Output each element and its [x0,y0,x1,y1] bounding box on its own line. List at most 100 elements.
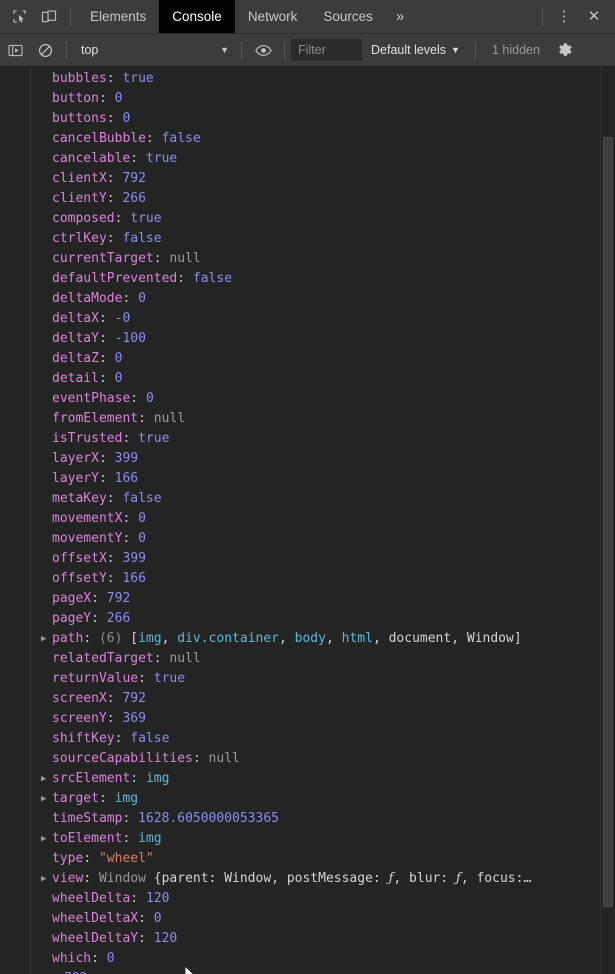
property-row[interactable]: eventPhase: 0 [0,389,615,409]
console-scrollbar[interactable] [600,67,615,974]
close-devtools-icon[interactable]: ✕ [579,0,609,33]
property-row[interactable]: wheelDeltaX: 0 [0,909,615,929]
expand-triangle-icon[interactable]: ▶ [41,829,51,849]
property-key: wheelDelta [52,891,131,906]
tab-network[interactable]: Network [235,0,311,33]
property-row[interactable]: ▶ toElement: img [0,829,615,849]
property-row[interactable]: defaultPrevented: false [0,269,615,289]
property-key: layerY [52,471,99,486]
settings-gear-icon[interactable] [550,34,580,67]
property-colon: : [114,211,131,226]
property-row[interactable]: metaKey: false [0,489,615,509]
property-value: null [153,411,186,426]
property-row[interactable]: cancelBubble: false [0,129,615,149]
expand-triangle-icon[interactable]: ▶ [41,769,51,789]
inspect-element-icon[interactable] [4,0,34,33]
property-value: false [192,271,233,286]
property-row[interactable]: wheelDeltaY: 120 [0,929,615,949]
property-row[interactable]: which: 0 [0,949,615,969]
clear-console-icon[interactable] [30,34,60,67]
property-row[interactable]: ▶ view: Window {parent: Window, postMessa… [0,869,615,889]
tab-sources[interactable]: Sources [310,0,386,33]
property-row[interactable]: deltaMode: 0 [0,289,615,309]
property-colon: : [98,791,115,806]
property-row[interactable]: layerY: 166 [0,469,615,489]
console-scrollbar-thumb[interactable] [603,137,613,907]
property-row[interactable]: pageY: 266 [0,609,615,629]
property-row[interactable]: ▶ path: (6) [img, div.container, body, ht… [0,629,615,649]
property-row[interactable]: deltaX: -0 [0,309,615,329]
property-row[interactable]: returnValue: true [0,669,615,689]
property-row[interactable]: button: 0 [0,89,615,109]
array-item: body [294,631,326,646]
property-colon: : [122,531,139,546]
property-row[interactable]: composed: true [0,209,615,229]
property-row[interactable]: 792 [0,969,615,974]
tab-network-label: Network [247,9,298,24]
console-output-panel[interactable]: bubbles: true button: 0 buttons: 0 cancelBu… [0,67,615,974]
property-row[interactable]: layerX: 399 [0,449,615,469]
tab-console[interactable]: Console [159,0,235,33]
more-tabs-chevron-icon[interactable]: » [386,0,414,33]
property-row[interactable]: isTrusted: true [0,429,615,449]
property-colon: : [106,71,123,86]
property-row[interactable]: pageX: 792 [0,589,615,609]
property-value: 166 [122,571,146,586]
expand-triangle-icon[interactable]: ▶ [41,789,51,809]
property-row[interactable]: movementY: 0 [0,529,615,549]
property-value: 120 [153,931,178,946]
property-row[interactable]: ▶ target: img [0,789,615,809]
property-key: pageY [52,611,92,626]
execution-context-selector[interactable]: top ▼ [73,38,235,62]
property-key: eventPhase [52,391,131,406]
property-row[interactable]: buttons: 0 [0,109,615,129]
property-key: fromElement [52,411,139,426]
property-row[interactable]: relatedTarget: null [0,649,615,669]
property-row[interactable]: deltaY: -100 [0,329,615,349]
property-colon: : [106,571,123,586]
expand-triangle-icon[interactable]: ▶ [41,629,51,649]
log-levels-dropdown[interactable]: Default levels ▼ [362,38,469,62]
property-row[interactable]: clientY: 266 [0,189,615,209]
property-value: false [122,491,162,506]
property-row[interactable]: offsetX: 399 [0,549,615,569]
property-row[interactable]: ctrlKey: false [0,229,615,249]
property-colon: : [177,271,193,286]
property-row[interactable]: detail: 0 [0,369,615,389]
more-options-kebab-icon[interactable]: ⋮ [549,0,579,33]
property-row[interactable]: fromElement: null [0,409,615,429]
property-row[interactable]: bubbles: true [0,69,615,89]
device-toolbar-icon[interactable] [34,0,64,33]
property-value: null [169,251,201,266]
property-row[interactable]: ▶ srcElement: img [0,769,615,789]
property-row[interactable]: sourceCapabilities: null [0,749,615,769]
property-row[interactable]: screenY: 369 [0,709,615,729]
property-row[interactable]: wheelDelta: 120 [0,889,615,909]
filter-input[interactable]: Filter [291,39,362,61]
sidebar-toggle-icon[interactable] [0,34,30,67]
property-row[interactable]: type: "wheel" [0,849,615,869]
array-close-bracket: ] [513,631,522,646]
tab-elements[interactable]: Elements [77,0,159,33]
property-key: screenX [52,691,107,706]
property-row[interactable]: shiftKey: false [0,729,615,749]
property-row[interactable]: timeStamp: 1628.6050000053365 [0,809,615,829]
property-row[interactable]: offsetY: 166 [0,569,615,589]
property-row[interactable]: currentTarget: null [0,249,615,269]
property-row[interactable]: deltaZ: 0 [0,349,615,369]
property-key: composed [52,211,115,226]
property-key: pageX [52,591,92,606]
property-row[interactable]: screenX: 792 [0,689,615,709]
property-value: -0 [114,311,131,326]
property-value: true [138,431,170,446]
property-row[interactable]: movementX: 0 [0,509,615,529]
live-expression-eye-icon[interactable] [248,34,278,67]
hidden-messages-count[interactable]: 1 hidden [482,43,550,57]
property-row[interactable]: clientX: 792 [0,169,615,189]
property-colon: : [83,871,99,886]
property-colon: : [91,951,107,966]
array-item: img [138,631,162,646]
expand-triangle-icon[interactable]: ▶ [41,869,51,889]
property-colon: : [83,851,99,866]
property-row[interactable]: cancelable: true [0,149,615,169]
